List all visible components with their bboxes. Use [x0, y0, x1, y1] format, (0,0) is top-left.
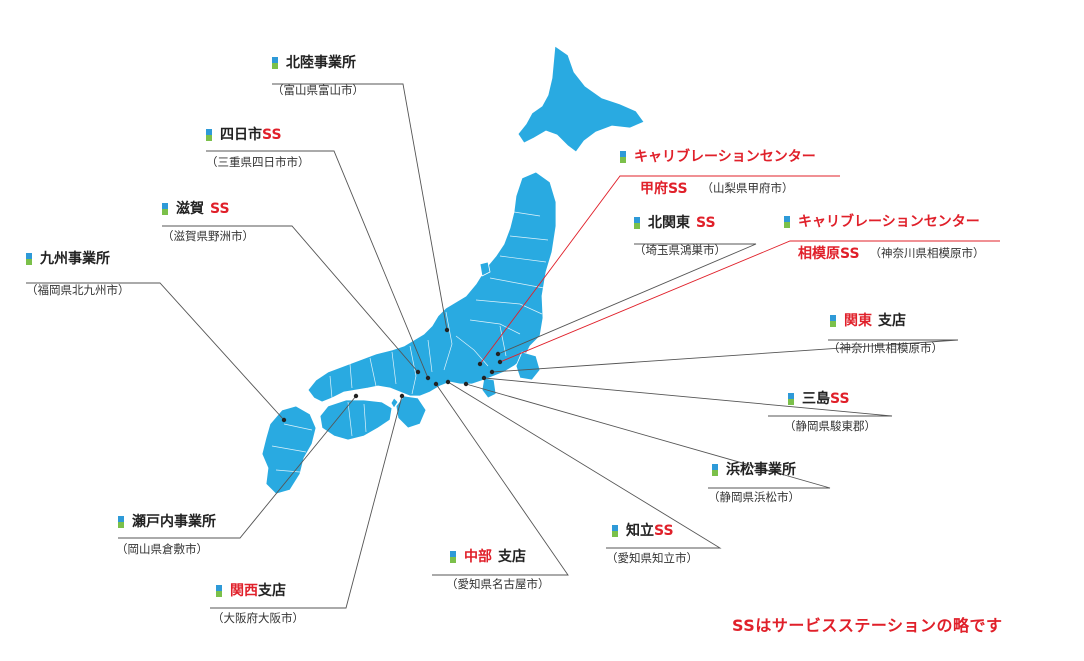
office-suffix: SS — [262, 127, 282, 143]
blue-green-bar-icon — [788, 393, 794, 405]
leader-kyushu — [26, 282, 285, 421]
office-suffix: SS — [830, 391, 850, 407]
dot-kitakanto — [495, 351, 501, 357]
office-location: （埼玉県鴻巣市） — [634, 243, 726, 257]
blue-green-bar-icon — [26, 253, 32, 265]
label-shiga: 滋賀 SS （滋賀県野洲市） — [162, 200, 254, 244]
center-title: キャリブレーションセンター — [798, 214, 980, 230]
dot-kofu — [477, 361, 483, 367]
office-name: 四日市 — [220, 127, 262, 143]
label-mishima: 三島 SS （静岡県駿東郡） — [784, 390, 876, 434]
center-title: キャリブレーションセンター — [634, 149, 816, 165]
blue-green-bar-icon — [118, 516, 124, 528]
office-name: 滋賀 — [176, 201, 204, 217]
leader-hokuriku — [272, 83, 448, 331]
office-location: （神奈川県相模原市） — [869, 246, 985, 260]
office-name: 関東 — [844, 313, 872, 329]
office-name: 瀬戸内事業所 — [132, 514, 216, 530]
office-name: 北陸事業所 — [286, 55, 356, 71]
office-location: （三重県四日市市） — [206, 155, 310, 169]
office-location: （福岡県北九州市） — [26, 283, 130, 297]
office-name: 浜松事業所 — [726, 462, 796, 478]
office-location: （岡山県倉敷市） — [116, 542, 208, 556]
blue-green-bar-icon — [634, 217, 640, 229]
dot-kansai — [399, 393, 405, 399]
office-location: （滋賀県野洲市） — [162, 229, 254, 243]
blue-green-bar-icon — [712, 464, 718, 476]
office-suffix: SS — [210, 201, 230, 217]
blue-green-bar-icon — [272, 57, 278, 69]
office-location: （愛知県知立市） — [606, 551, 698, 565]
label-career-sagami: キャリブレーションセンター 相模原SS （神奈川県相模原市） — [784, 213, 985, 263]
office-suffix: 支店 — [498, 549, 526, 565]
dot-sagami — [497, 359, 503, 365]
label-kitakanto: 北関東 SS （埼玉県鴻巣市） — [634, 214, 726, 258]
office-name: 三島 — [802, 391, 830, 407]
dot-shiga — [415, 369, 421, 375]
label-hamamatsu: 浜松事業所 （静岡県浜松市） — [708, 461, 800, 505]
blue-green-bar-icon — [206, 129, 212, 141]
label-kanto: 関東 支店 （神奈川県相模原市） — [828, 312, 943, 356]
shikoku — [319, 399, 393, 441]
dot-hokuriku — [444, 327, 450, 333]
office-location: （静岡県浜松市） — [708, 490, 800, 504]
office-location: （大阪府大阪市） — [212, 611, 304, 625]
office-name: 甲府SS — [640, 181, 688, 197]
dot-hamamatsu — [463, 381, 469, 387]
leader-yokkaichi — [206, 150, 429, 379]
dot-kanto — [489, 369, 495, 375]
blue-green-bar-icon — [162, 203, 168, 215]
office-name: 知立 — [626, 523, 654, 539]
office-location: （愛知県名古屋市） — [446, 577, 550, 591]
leader-shiga — [162, 225, 419, 373]
blue-green-bar-icon — [784, 216, 790, 228]
office-name: 関西 — [230, 583, 258, 599]
label-hokuriku: 北陸事業所 （富山県富山市） — [272, 54, 364, 98]
label-kansai: 関西 支店 （大阪府大阪市） — [212, 582, 304, 626]
blue-green-bar-icon — [612, 525, 618, 537]
label-career-kofu: キャリブレーションセンター 甲府SS （山梨県甲府市） — [620, 148, 816, 198]
office-name: 九州事業所 — [40, 251, 110, 267]
dot-mishima — [481, 375, 487, 381]
office-name: 北関東 — [648, 215, 690, 231]
label-yokkaichi: 四日市 SS （三重県四日市市） — [206, 126, 310, 170]
office-name: 相模原SS — [798, 246, 860, 262]
dot-yokkaichi — [425, 375, 431, 381]
japan-landmass — [261, 45, 645, 495]
izu-peninsula — [481, 377, 497, 399]
label-chiryu: 知立 SS （愛知県知立市） — [606, 522, 698, 566]
ss-abbreviation-note: SSはサービスステーションの略です — [732, 616, 1003, 635]
office-location: （富山県富山市） — [272, 83, 364, 97]
office-name: 中部 — [464, 549, 492, 565]
blue-green-bar-icon — [450, 551, 456, 563]
label-chubu: 中部 支店 （愛知県名古屋市） — [446, 548, 550, 592]
blue-green-bar-icon — [216, 585, 222, 597]
label-kyushu: 九州事業所 （福岡県北九州市） — [26, 250, 130, 298]
blue-green-bar-icon — [830, 315, 836, 327]
office-suffix: SS — [696, 215, 716, 231]
dot-chubu — [433, 381, 439, 387]
office-suffix: 支店 — [258, 583, 286, 599]
dot-chiryu — [445, 379, 451, 385]
label-setouchi: 瀬戸内事業所 （岡山県倉敷市） — [116, 513, 216, 557]
blue-green-bar-icon — [620, 151, 626, 163]
office-location: （静岡県駿東郡） — [784, 419, 876, 433]
office-suffix: 支店 — [878, 313, 906, 329]
hokkaido — [517, 45, 645, 153]
dot-setouchi — [353, 393, 359, 399]
leader-chubu — [432, 383, 569, 576]
office-location: （神奈川県相模原市） — [828, 341, 943, 355]
office-suffix: SS — [654, 523, 674, 539]
office-location: （山梨県甲府市） — [701, 181, 794, 195]
dot-kyushu — [281, 417, 287, 423]
kyushu — [261, 405, 317, 495]
